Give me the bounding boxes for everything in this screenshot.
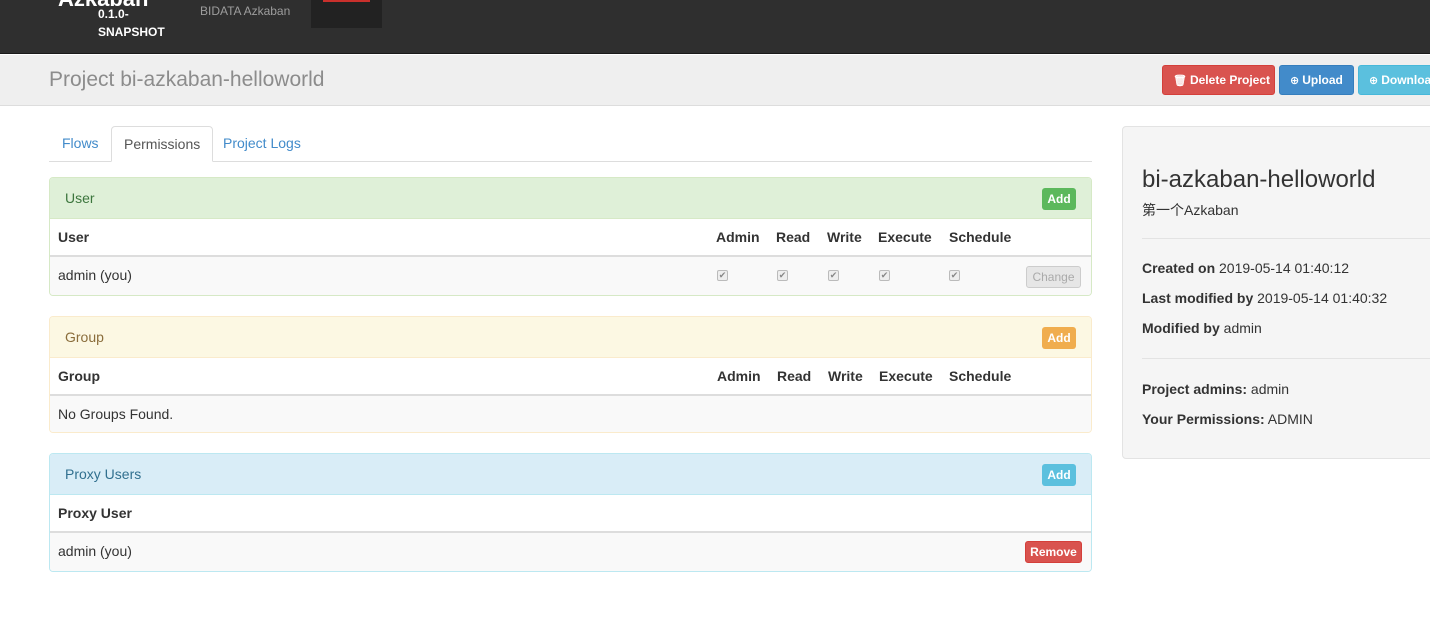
column-header-write: Write [828,368,863,384]
column-header-user: User [58,229,90,245]
top-navbar: Azkaban 0.1.0-SNAPSHOT BIDATA Azkaban [0,0,1430,54]
delete-project-button[interactable]: 🗑 Delete Project [1162,65,1275,95]
table-header: User Admin Read Write Execute Schedule [50,219,1091,257]
download-label: Download [1381,73,1430,87]
panel-heading: User Add [50,178,1091,219]
upload-button[interactable]: ⊕ Upload [1279,65,1354,95]
column-header-write: Write [827,229,862,245]
download-icon: ⊕ [1369,75,1379,87]
group-permissions-panel: Group Add Group Admin Read Write Execute… [49,316,1092,433]
proxy-user-name-cell: admin (you) [58,543,132,559]
column-header-schedule: Schedule [949,368,1012,384]
divider [1142,238,1430,239]
brand-subtitle: BIDATA Azkaban [200,4,291,18]
panel-title: Proxy Users [65,466,142,482]
project-header: Project bi-azkaban-helloworld 🗑 Delete Pr… [0,55,1430,106]
schedule-checkbox: ✔ [949,270,960,281]
panel-heading: Proxy Users Add [50,454,1091,495]
download-button[interactable]: ⊕Download [1358,65,1430,95]
column-header-proxy-user: Proxy User [58,505,132,521]
modified-by-line: Modified by admin [1142,320,1262,336]
column-header-schedule: Schedule [949,229,1012,245]
last-modified-line: Last modified by 2019-05-14 01:40:32 [1142,290,1387,306]
admin-checkbox: ✔ [717,270,728,281]
write-checkbox: ✔ [828,270,839,281]
empty-message: No Groups Found. [58,406,174,422]
page-title: Project bi-azkaban-helloworld [49,68,325,91]
tab-project-logs[interactable]: Project Logs [211,126,313,162]
last-modified-label: Last modified by [1142,290,1254,306]
table-row: No Groups Found. [50,396,1091,432]
project-admins-value: admin [1250,381,1290,397]
your-permissions-label: Your Permissions: [1142,411,1265,427]
table-header: Group Admin Read Write Execute Schedule [50,358,1091,396]
column-header-execute: Execute [879,368,933,384]
panel-heading: Group Add [50,317,1091,358]
modified-by-label: Modified by [1142,320,1220,336]
column-header-read: Read [776,229,811,245]
execute-checkbox: ✔ [879,270,890,281]
column-header-admin: Admin [717,368,761,384]
project-admins-label: Project admins: [1142,381,1248,397]
created-on-line: Created on 2019-05-14 01:40:12 [1142,260,1349,276]
divider [1142,358,1430,359]
column-header-admin: Admin [716,229,760,245]
nav-active-item[interactable] [311,0,382,28]
remove-proxy-user-button[interactable]: Remove [1025,541,1082,563]
upload-icon: ⊕ [1290,75,1300,87]
modified-by-value: admin [1223,320,1262,336]
trash-icon: 🗑 [1173,75,1187,87]
user-permissions-panel: User Add User Admin Read Write Execute S… [49,177,1092,296]
panel-title: User [65,190,95,206]
user-name-cell: admin (you) [58,267,132,283]
your-permissions-line: Your Permissions: ADMIN [1142,411,1313,427]
project-info-sidebar: bi-azkaban-helloworld 第一个Azkaban Created… [1122,126,1430,459]
upload-label: Upload [1302,73,1343,87]
add-user-button[interactable]: Add [1042,188,1076,210]
proxy-users-panel: Proxy Users Add Proxy User admin (you) R… [49,453,1092,572]
your-permissions-value: ADMIN [1267,411,1313,427]
active-indicator [323,0,370,2]
tab-flows[interactable]: Flows [50,126,111,162]
column-header-execute: Execute [878,229,932,245]
project-name: bi-azkaban-helloworld [1142,166,1376,193]
add-group-button[interactable]: Add [1042,327,1076,349]
last-modified-value: 2019-05-14 01:40:32 [1257,290,1388,306]
change-permission-button[interactable]: Change [1026,266,1081,288]
table-header: Proxy User [50,495,1091,533]
column-header-read: Read [777,368,812,384]
project-description: 第一个Azkaban [1142,202,1239,218]
add-proxy-user-button[interactable]: Add [1042,464,1076,486]
project-admins-line: Project admins: admin [1142,381,1289,397]
panel-title: Group [65,329,104,345]
project-tabs: Flows Permissions Project Logs [49,126,1092,162]
tab-permissions[interactable]: Permissions [111,126,214,162]
table-row: admin (you) Remove [50,533,1091,571]
delete-project-label: Delete Project [1189,73,1271,87]
created-on-label: Created on [1142,260,1216,276]
read-checkbox: ✔ [777,270,788,281]
created-on-value: 2019-05-14 01:40:12 [1219,260,1350,276]
table-row: admin (you) ✔ ✔ ✔ ✔ ✔ Change [50,257,1091,295]
brand-version: 0.1.0-SNAPSHOT [98,7,165,39]
column-header-group: Group [58,368,100,384]
